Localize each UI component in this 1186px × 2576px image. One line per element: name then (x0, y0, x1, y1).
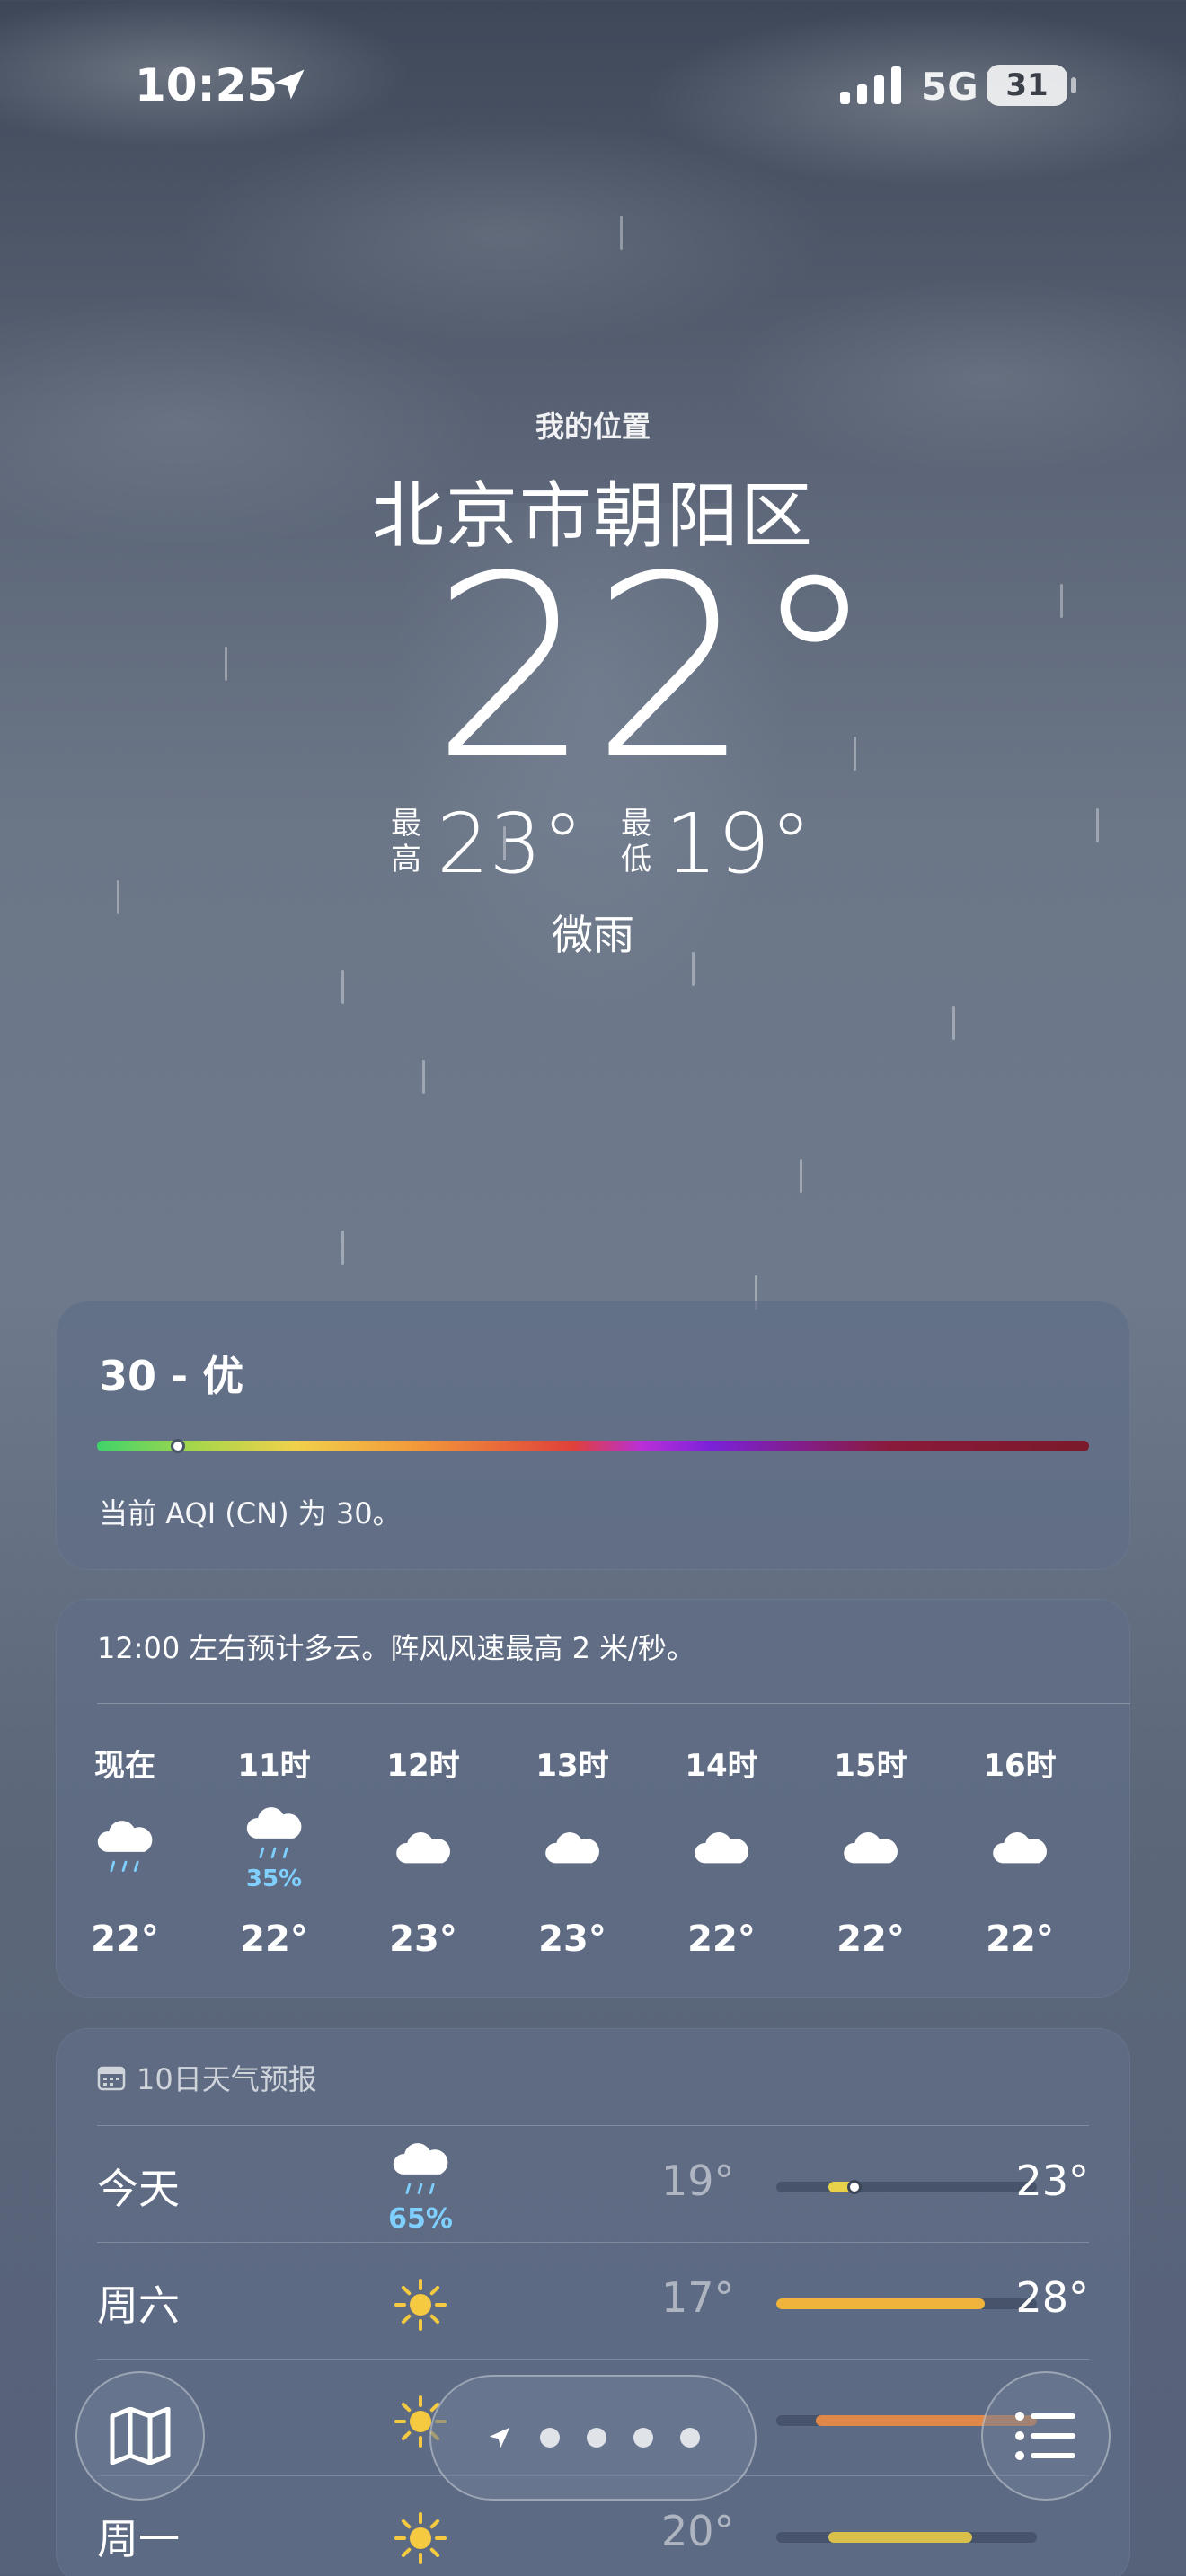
cloud-icon (663, 1796, 780, 1902)
hour-label: 现在 (94, 1748, 155, 1784)
aqi-scale-bar (97, 1441, 1089, 1451)
day-row[interactable]: 今天 65% 19° 23° (97, 2125, 1089, 2242)
high-label: 最高 (391, 806, 421, 878)
hourly-item: 16时 22° (961, 1741, 1078, 1960)
my-location-label: 我的位置 (535, 410, 651, 444)
location-arrow-icon (489, 2427, 510, 2448)
current-temperature: 22° (431, 523, 878, 816)
page-dot[interactable] (680, 2428, 700, 2448)
hour-label: 12时 (386, 1748, 460, 1784)
low-label: 最低 (621, 806, 651, 878)
current-temp-dot (847, 2180, 862, 2194)
hour-temperature: 22° (687, 1919, 756, 1960)
hourly-item: 现在 22° (66, 1741, 183, 1960)
calendar-icon (97, 2066, 126, 2091)
day-name: 周六 (97, 2281, 180, 2330)
bottom-toolbar (0, 2353, 1186, 2576)
hour-label: 13时 (535, 1748, 609, 1784)
status-bar: 10:25 5G 31 (0, 54, 1186, 117)
temp-range-bar (776, 2182, 1037, 2192)
day-low: 17° (661, 2273, 735, 2322)
hour-label: 15时 (834, 1748, 907, 1784)
location-arrow-icon (274, 69, 305, 100)
day-high: 23° (1015, 2157, 1089, 2205)
low-temperature: 19° (665, 796, 812, 892)
rain-cloud-icon (66, 1796, 183, 1902)
hourly-item: 15时 22° (812, 1741, 929, 1960)
weather-condition: 微雨 (552, 911, 634, 959)
high-temperature: 23° (437, 796, 584, 892)
hourly-item: 11时 35% 22° (216, 1741, 332, 1960)
list-button[interactable] (981, 2371, 1111, 2501)
rain-cloud-icon: 35% (216, 1796, 332, 1902)
day-low: 19° (661, 2157, 735, 2205)
high-low: 最高 23° 最低 19° (0, 795, 1186, 894)
current-weather: 我的位置 北京市朝阳区 22° 最高 23° 最低 19° 微雨 (0, 404, 1186, 959)
precip-chance: 35% (245, 1866, 303, 1892)
temp-range-bar (776, 2298, 1037, 2309)
hour-temperature: 22° (986, 1919, 1054, 1960)
hour-temperature: 22° (240, 1919, 308, 1960)
status-time: 10:25 (135, 59, 279, 111)
day-row[interactable]: 周六 17° 28° (97, 2242, 1089, 2359)
map-icon (110, 2407, 171, 2465)
cloud-icon (961, 1796, 1078, 1902)
hour-label: 11时 (237, 1748, 311, 1784)
map-button[interactable] (75, 2371, 205, 2501)
day-high: 28° (1015, 2273, 1089, 2322)
network-type: 5G (921, 65, 978, 109)
page-dot[interactable] (587, 2428, 606, 2448)
hour-temperature: 22° (91, 1919, 159, 1960)
page-dot[interactable] (540, 2428, 560, 2448)
page-dot[interactable] (633, 2428, 653, 2448)
hourly-item: 14时 22° (663, 1741, 780, 1960)
hour-label: 16时 (983, 1748, 1057, 1784)
battery-indicator: 31 (987, 65, 1076, 106)
aqi-card[interactable]: 30 - 优 当前 AQI (CN) 为 30。 (56, 1301, 1130, 1570)
sun-icon (367, 2255, 474, 2354)
cloud-icon (514, 1796, 631, 1902)
hour-label: 14时 (685, 1748, 758, 1784)
hourly-forecast-card[interactable]: 12:00 左右预计多云。阵风风速最高 2 米/秒。 现在 22° 11时 35% 22… (56, 1599, 1130, 1998)
aqi-description: 当前 AQI (CN) 为 30。 (99, 1496, 402, 1531)
hourly-summary: 12:00 左右预计多云。阵风风速最高 2 米/秒。 (97, 1631, 695, 1665)
hour-temperature: 22° (836, 1919, 905, 1960)
hour-temperature: 23° (538, 1919, 606, 1960)
page-indicator[interactable] (429, 2375, 757, 2501)
temp-range-fill (776, 2298, 985, 2309)
rain-cloud-icon: 65% (367, 2139, 474, 2237)
cellular-signal-icon (840, 66, 901, 104)
cloud-icon (365, 1796, 482, 1902)
list-icon (1015, 2412, 1075, 2460)
ten-day-header: 10日天气预报 (97, 2057, 317, 2098)
day-name: 今天 (97, 2165, 180, 2213)
precip-chance: 65% (388, 2202, 453, 2235)
cloud-icon (812, 1796, 929, 1902)
hour-temperature: 23° (389, 1919, 457, 1960)
ten-day-title: 10日天气预报 (137, 2062, 317, 2096)
aqi-title: 30 - 优 (99, 1352, 244, 1400)
divider (97, 1703, 1130, 1704)
hourly-item: 12时 23° (365, 1741, 482, 1960)
hourly-item: 13时 23° (514, 1741, 631, 1960)
